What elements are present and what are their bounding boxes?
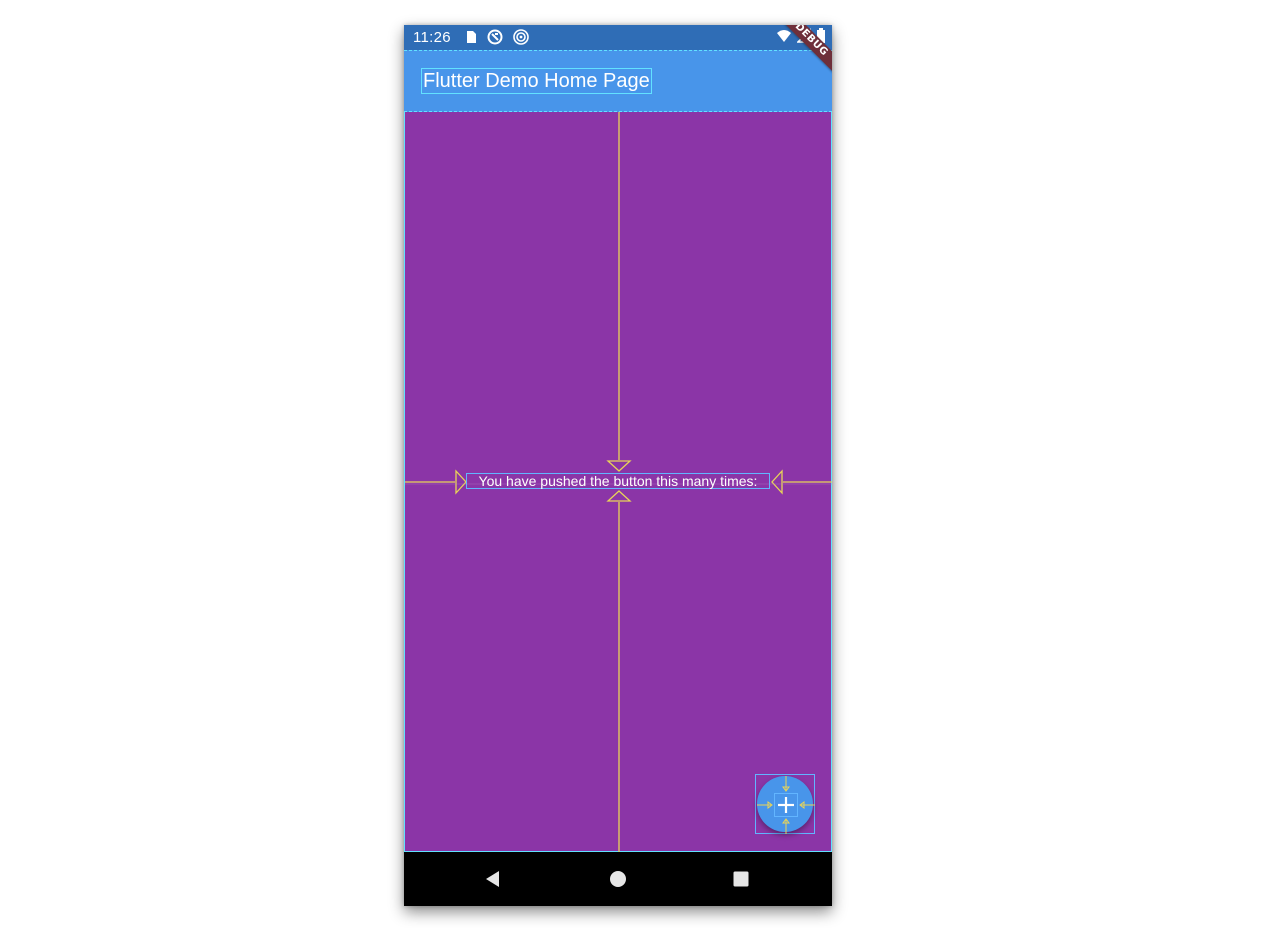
guide-arrow-top [606, 460, 632, 472]
page-title: Flutter Demo Home Page [421, 68, 652, 94]
target-icon [513, 29, 529, 45]
status-icons-left [464, 28, 530, 46]
sync-icon [487, 29, 503, 45]
home-icon[interactable] [607, 868, 629, 890]
back-icon[interactable] [482, 868, 504, 890]
phone-frame: 11:26 Flutter Demo Home Page You have pu… [404, 25, 832, 906]
plus-icon [774, 793, 798, 817]
counter-label: You have pushed the button this many tim… [466, 473, 770, 489]
system-nav-bar [404, 852, 832, 906]
guide-arrow-right [771, 469, 783, 495]
guide-arrow-left [455, 469, 467, 495]
app-bar: Flutter Demo Home Page [404, 50, 832, 112]
add-button[interactable] [757, 776, 815, 834]
wifi-icon [777, 30, 791, 42]
recents-icon[interactable] [730, 868, 752, 890]
guide-arrow-bottom [606, 490, 632, 502]
fab-bounds [755, 774, 815, 834]
status-bar: 11:26 [404, 25, 832, 50]
status-time: 11:26 [413, 29, 451, 46]
sd-card-icon [467, 31, 476, 43]
body-area: You have pushed the button this many tim… [404, 112, 832, 852]
screen: 11:26 Flutter Demo Home Page You have pu… [0, 0, 1280, 928]
